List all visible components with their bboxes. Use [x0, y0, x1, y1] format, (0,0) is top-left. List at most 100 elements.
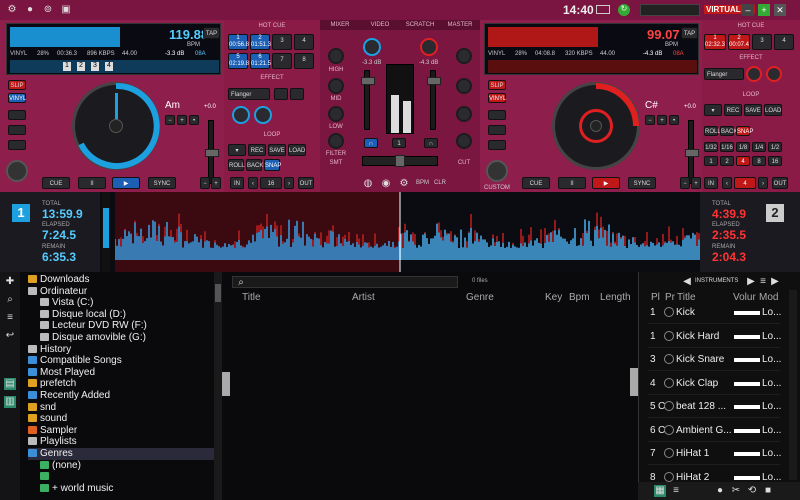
crossfader-handle[interactable]	[395, 155, 405, 167]
loop-in-button[interactable]: IN	[704, 177, 718, 189]
sample-row[interactable]: 1 Kick Lo...	[648, 302, 781, 324]
effect-knob-2[interactable]	[766, 66, 782, 82]
pitch-fader-left[interactable]	[205, 120, 219, 184]
gear-icon[interactable]: ⚙	[398, 178, 410, 190]
effect-knob-1[interactable]	[746, 66, 762, 82]
filter-left[interactable]	[328, 133, 344, 149]
loop-size-button[interactable]: 8	[752, 156, 766, 166]
tap-button[interactable]: TAP	[681, 27, 698, 39]
mini-waveform[interactable]	[488, 60, 697, 73]
filter-right[interactable]	[456, 133, 472, 149]
sampler-icon[interactable]: ◍	[362, 178, 374, 190]
loop-save-button[interactable]: SAVE	[744, 104, 762, 116]
custom-knob[interactable]	[6, 160, 28, 182]
volume-fader-right[interactable]	[427, 70, 441, 130]
loop-size-button[interactable]: 1/32	[704, 142, 718, 152]
gain-knob-right[interactable]	[420, 38, 438, 56]
loop-rec-button[interactable]: REC	[724, 104, 742, 116]
loop-rec-button[interactable]: REC	[248, 144, 266, 156]
loop-size-button[interactable]: 1	[704, 156, 718, 166]
sample-play-icon[interactable]	[664, 424, 674, 435]
broadcast-icon[interactable]: ⊚	[42, 4, 54, 16]
loop-double-button[interactable]: ›	[758, 177, 768, 189]
pause-button[interactable]: II	[78, 177, 106, 189]
key-reset-button[interactable]: •	[189, 115, 199, 125]
cut-icon[interactable]: ✂	[730, 485, 742, 497]
vinyl-button[interactable]: VINYL	[8, 93, 26, 103]
cue-button[interactable]: CUE	[522, 177, 550, 189]
crossfader-curve[interactable]: 1	[392, 138, 406, 148]
sample-row[interactable]: 7 HiHat 1 Lo...	[648, 443, 781, 465]
custom-knob[interactable]	[486, 160, 508, 182]
sample-play-icon[interactable]	[664, 377, 674, 388]
loop-out-button[interactable]: OUT	[772, 177, 788, 189]
stop-icon[interactable]: ■	[762, 485, 774, 497]
sync-button[interactable]: SYNC	[628, 177, 656, 189]
hotcue-1[interactable]: 1 02:32.3	[704, 34, 726, 50]
loop-back-button[interactable]: BACK	[246, 159, 263, 171]
bpm-button[interactable]: BPM	[416, 180, 429, 186]
cue-marker[interactable]: 3	[91, 62, 99, 71]
tap-button[interactable]: TAP	[203, 27, 220, 39]
maximize-button[interactable]: +	[758, 4, 770, 16]
loop-back-button[interactable]: BACK	[720, 126, 737, 136]
pitch-minus-button[interactable]: −	[200, 177, 210, 189]
hotcue-2[interactable]: 2 01:51.3	[250, 34, 271, 50]
record-icon[interactable]: ◉	[380, 178, 392, 190]
hotcue-3[interactable]: 3	[272, 34, 292, 50]
slip-button[interactable]: SLIP	[8, 80, 26, 90]
waveform-area[interactable]	[0, 192, 800, 272]
camera-icon[interactable]: ▣	[60, 4, 72, 16]
deck-number-1[interactable]: 1	[12, 204, 30, 222]
hotcue-6[interactable]: 6 01:21.5	[250, 53, 271, 69]
sample-volume[interactable]	[734, 334, 760, 339]
eq-mid-left[interactable]	[328, 78, 344, 94]
clr-button[interactable]: CLR	[434, 180, 446, 186]
pitch-minus-button[interactable]: −	[680, 177, 690, 189]
volume-fader-left[interactable]	[361, 70, 375, 130]
loop-out-button[interactable]: OUT	[298, 177, 314, 189]
sample-row[interactable]: 1 Kick Hard Lo...	[648, 326, 781, 348]
loop-select[interactable]: ▾	[228, 144, 246, 156]
volume-fader-handle[interactable]	[361, 77, 375, 85]
eq-high-left[interactable]	[328, 48, 344, 64]
deck-mode-button[interactable]	[488, 125, 506, 135]
loop-half-button[interactable]: ‹	[722, 177, 732, 189]
eq-high-right[interactable]	[456, 48, 472, 64]
headphone-left-button[interactable]: ∩	[364, 138, 378, 148]
cue-marker[interactable]: 2	[77, 62, 85, 71]
effect-select[interactable]: Flanger	[704, 68, 744, 80]
effect-toggle[interactable]	[274, 88, 288, 100]
sample-volume[interactable]	[734, 428, 760, 433]
eq-mid-right[interactable]	[456, 78, 472, 94]
hotcue-2[interactable]: 2 00:07.4	[728, 34, 750, 50]
sample-play-icon[interactable]	[664, 401, 674, 411]
pitch-plus-button[interactable]: +	[691, 177, 701, 189]
list-icon[interactable]: ≡	[670, 485, 682, 497]
deck-mode-button[interactable]	[488, 110, 506, 120]
sample-volume[interactable]	[734, 381, 760, 386]
key-plus-button[interactable]: +	[177, 115, 187, 125]
loop-size-button[interactable]: 1/8	[736, 142, 750, 152]
hotcue-4[interactable]: 4	[774, 34, 794, 50]
deck-number-2[interactable]: 2	[766, 204, 784, 222]
loop-icon[interactable]: ⟲	[746, 485, 758, 497]
sample-play-icon[interactable]	[664, 330, 674, 341]
settings-icon[interactable]: ⚙	[6, 4, 18, 16]
loop-size-button[interactable]: 4	[736, 156, 750, 166]
key-minus-button[interactable]: −	[165, 115, 175, 125]
play-button[interactable]: ▶	[592, 177, 620, 189]
minimize-button[interactable]: –	[742, 4, 754, 16]
cue-marker[interactable]: 1	[63, 62, 71, 71]
hotcue-8[interactable]: 8	[294, 53, 314, 69]
loop-half-button[interactable]: ‹	[248, 177, 258, 189]
loop-snap-button[interactable]: SNAP	[264, 159, 281, 171]
sample-play-icon[interactable]	[664, 307, 674, 317]
crossfader[interactable]	[362, 155, 438, 167]
effect-knob-1[interactable]	[232, 106, 250, 124]
loop-size-button[interactable]: 1/16	[720, 142, 734, 152]
headphone-right-button[interactable]: ∩	[424, 138, 438, 148]
sample-row[interactable]: 4 Kick Clap Lo...	[648, 373, 781, 395]
sync-button[interactable]: SYNC	[148, 177, 176, 189]
gain-knob-left[interactable]	[363, 38, 381, 56]
